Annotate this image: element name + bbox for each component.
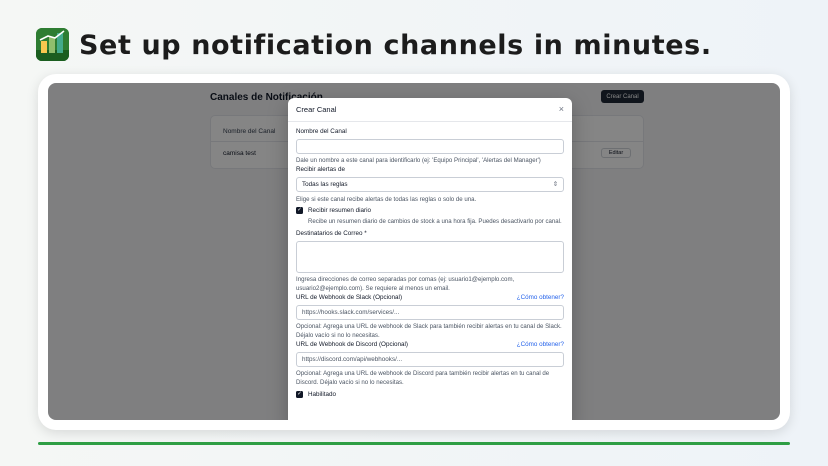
discord-how-to-link[interactable]: ¿Cómo obtener? bbox=[517, 341, 564, 348]
daily-summary-label: Recibir resumen diario bbox=[308, 207, 371, 214]
headline: Set up notification channels in minutes. bbox=[79, 30, 712, 61]
email-recipients-label: Destinatarios de Correo * bbox=[296, 230, 367, 237]
enabled-checkbox-row[interactable]: ✓ Habilitado bbox=[296, 390, 564, 399]
device-frame: Canales de Notificación Crear Canal Nomb… bbox=[38, 74, 790, 430]
dialog-header: Crear Canal × bbox=[288, 98, 572, 122]
discord-webhook-label: URL de Webhook de Discord (Opcional) bbox=[296, 341, 408, 348]
slack-webhook-help: Opcional: Agrega una URL de webhook de S… bbox=[296, 323, 562, 339]
channel-name-input[interactable] bbox=[296, 139, 564, 154]
check-icon[interactable]: ✓ bbox=[296, 207, 303, 214]
receive-alerts-select[interactable]: Todas las reglas ⇕ bbox=[296, 177, 564, 192]
receive-alerts-value: Todas las reglas bbox=[302, 181, 348, 188]
daily-summary-checkbox-row[interactable]: ✓ Recibir resumen diario bbox=[296, 206, 564, 215]
slack-webhook-input[interactable]: https://hooks.slack.com/services/... bbox=[296, 305, 564, 320]
app-logo-icon bbox=[36, 28, 69, 61]
close-icon[interactable]: × bbox=[559, 105, 564, 114]
email-recipients-textarea[interactable] bbox=[296, 241, 564, 273]
dialog-title: Crear Canal bbox=[296, 105, 337, 114]
slack-webhook-label: URL de Webhook de Slack (Opcional) bbox=[296, 294, 403, 301]
receive-alerts-help: Elige si este canal recibe alertas de to… bbox=[296, 196, 477, 203]
discord-label-row: URL de Webhook de Discord (Opcional) ¿Có… bbox=[296, 340, 564, 349]
enabled-label: Habilitado bbox=[308, 391, 337, 398]
channel-name-label: Nombre del Canal bbox=[296, 128, 347, 135]
chevron-updown-icon: ⇕ bbox=[552, 181, 558, 188]
receive-alerts-label: Recibir alertas de bbox=[296, 166, 345, 173]
email-recipients-help: Ingresa direcciones de correo separadas … bbox=[296, 276, 515, 292]
discord-webhook-help: Opcional: Agrega una URL de webhook de D… bbox=[296, 370, 550, 386]
slack-label-row: URL de Webhook de Slack (Opcional) ¿Cómo… bbox=[296, 293, 564, 302]
app-screen: Canales de Notificación Crear Canal Nomb… bbox=[48, 83, 780, 420]
slack-how-to-link[interactable]: ¿Cómo obtener? bbox=[517, 294, 564, 301]
channel-name-help: Dale un nombre a este canal para identif… bbox=[296, 157, 541, 164]
check-icon[interactable]: ✓ bbox=[296, 391, 303, 398]
discord-webhook-input[interactable]: https://discord.com/api/webhooks/... bbox=[296, 352, 564, 367]
create-channel-dialog: Crear Canal × Nombre del Canal Dale un n… bbox=[288, 98, 572, 420]
dialog-body: Nombre del Canal Dale un nombre a este c… bbox=[288, 122, 572, 399]
daily-summary-help: Recibe un resumen diario de cambios de s… bbox=[308, 218, 562, 225]
accent-line bbox=[38, 442, 790, 445]
